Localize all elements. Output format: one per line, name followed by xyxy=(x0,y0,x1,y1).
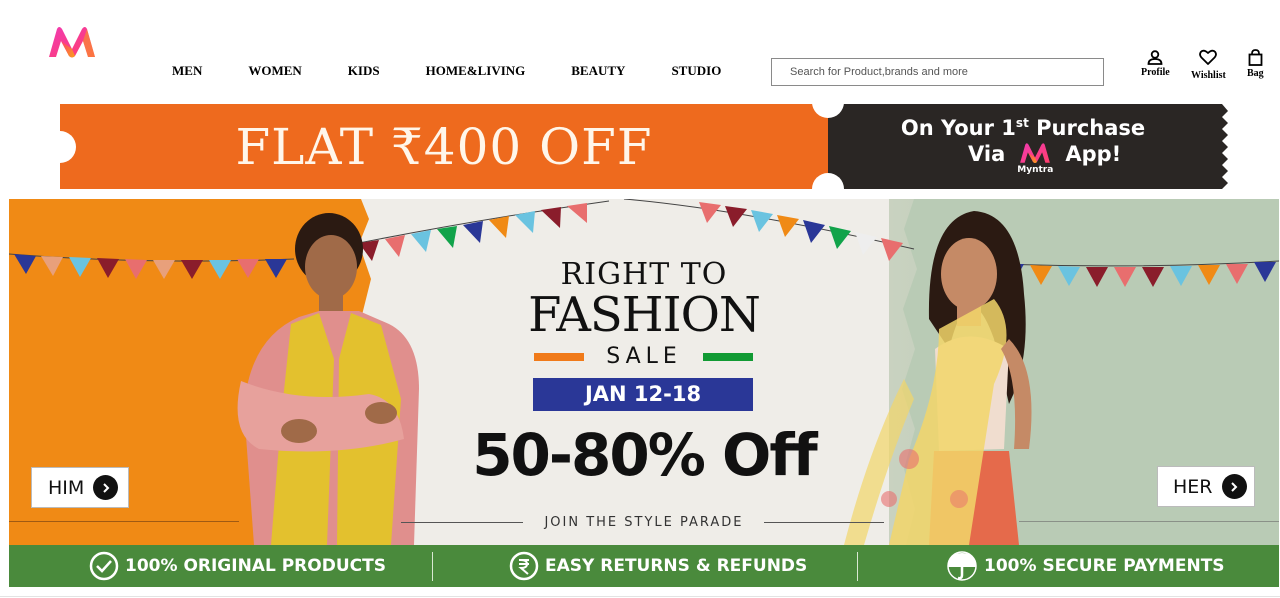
nav-kids[interactable]: KIDS xyxy=(348,63,380,79)
coupon-line1-post: Purchase xyxy=(1028,116,1146,140)
arrow-right-icon xyxy=(93,475,119,500)
coupon-perforation xyxy=(1222,104,1228,189)
myntra-logo-icon xyxy=(49,27,95,58)
coupon-line1-sup: st xyxy=(1015,116,1029,130)
shop-her-label: HER xyxy=(1173,475,1213,498)
trust-divider xyxy=(432,552,433,581)
umbrella-shield-icon xyxy=(947,551,977,581)
nav-men[interactable]: MEN xyxy=(172,63,202,79)
coupon-offer-text: FLAT ₹400 OFF xyxy=(235,118,653,176)
profile-button[interactable]: Profile xyxy=(1141,50,1170,78)
tagline-line-left xyxy=(401,522,523,523)
trust-divider xyxy=(857,552,858,581)
nav-women[interactable]: WOMEN xyxy=(248,63,301,79)
shop-him-button[interactable]: HIM xyxy=(31,467,129,508)
sale-tagline: JOIN THE STYLE PARADE xyxy=(544,515,744,530)
sale-discount: 50-80% Off xyxy=(472,421,818,489)
hero-divider-right xyxy=(1019,521,1279,522)
sale-dates: JAN 12-18 xyxy=(533,378,753,411)
bag-label: Bag xyxy=(1247,68,1264,79)
coupon-line2-pre: Via xyxy=(968,142,1006,166)
hero-illustration xyxy=(9,199,1279,545)
tagline-line-right xyxy=(764,522,884,523)
trust-item-original: 100% ORIGINAL PRODUCTS xyxy=(89,545,386,587)
nav-beauty[interactable]: BEAUTY xyxy=(571,63,625,79)
rupee-circle-icon xyxy=(509,551,539,581)
profile-label: Profile xyxy=(1141,67,1170,78)
search-input[interactable] xyxy=(772,59,1103,85)
sale-green-bar xyxy=(703,353,753,361)
wishlist-button[interactable]: Wishlist xyxy=(1191,49,1226,81)
shop-him-label: HIM xyxy=(48,476,85,499)
trust-item-returns: EASY RETURNS & REFUNDS xyxy=(509,545,807,587)
coupon-left-panel: FLAT ₹400 OFF xyxy=(60,104,828,189)
search-box xyxy=(771,58,1104,86)
coupon-line2-post: App! xyxy=(1065,142,1122,166)
coupon-banner[interactable]: FLAT ₹400 OFF On Your 1st Purchase Via M… xyxy=(60,104,1228,189)
heart-icon xyxy=(1199,49,1218,65)
coupon-brand-name: Myntra xyxy=(1017,165,1054,175)
coupon-brand: Myntra xyxy=(1017,142,1053,175)
site-header: MEN WOMEN KIDS HOME&LIVING BEAUTY STUDIO… xyxy=(0,0,1280,100)
check-circle-icon xyxy=(89,551,119,581)
trust-label-secure: 100% SECURE PAYMENTS xyxy=(984,556,1225,576)
bag-button[interactable]: Bag xyxy=(1247,49,1264,79)
coupon-first-purchase-text: On Your 1st Purchase xyxy=(828,116,1218,140)
page-divider xyxy=(0,596,1280,597)
profile-icon xyxy=(1147,50,1163,65)
myntra-logo[interactable] xyxy=(47,25,97,59)
female-model-figure xyxy=(844,211,1032,545)
sale-title-line2: FASHION xyxy=(528,287,761,343)
hero-banner[interactable]: RIGHT TO FASHION SALE JAN 12-18 50-80% O… xyxy=(9,199,1279,545)
nav-studio[interactable]: STUDIO xyxy=(671,63,721,79)
coupon-via-app-text: Via Myntra App! xyxy=(968,142,1121,175)
hero-divider-left xyxy=(9,521,239,522)
arrow-right-icon xyxy=(1221,474,1247,499)
shop-her-button[interactable]: HER xyxy=(1157,466,1255,507)
nav-home-living[interactable]: HOME&LIVING xyxy=(426,63,526,79)
myntra-logo-icon xyxy=(1020,143,1051,164)
trust-item-secure: 100% SECURE PAYMENTS xyxy=(946,545,1225,587)
coupon-right-panel: On Your 1st Purchase Via Myntra App! xyxy=(828,104,1228,189)
wishlist-label: Wishlist xyxy=(1191,70,1226,81)
main-nav: MEN WOMEN KIDS HOME&LIVING BEAUTY STUDIO xyxy=(172,63,721,79)
bag-icon xyxy=(1248,49,1263,66)
trust-bar: 100% ORIGINAL PRODUCTS EASY RETURNS & RE… xyxy=(9,545,1279,587)
trust-label-original: 100% ORIGINAL PRODUCTS xyxy=(125,556,386,576)
trust-label-returns: EASY RETURNS & REFUNDS xyxy=(545,556,808,576)
coupon-line1-pre: On Your 1 xyxy=(900,116,1016,140)
